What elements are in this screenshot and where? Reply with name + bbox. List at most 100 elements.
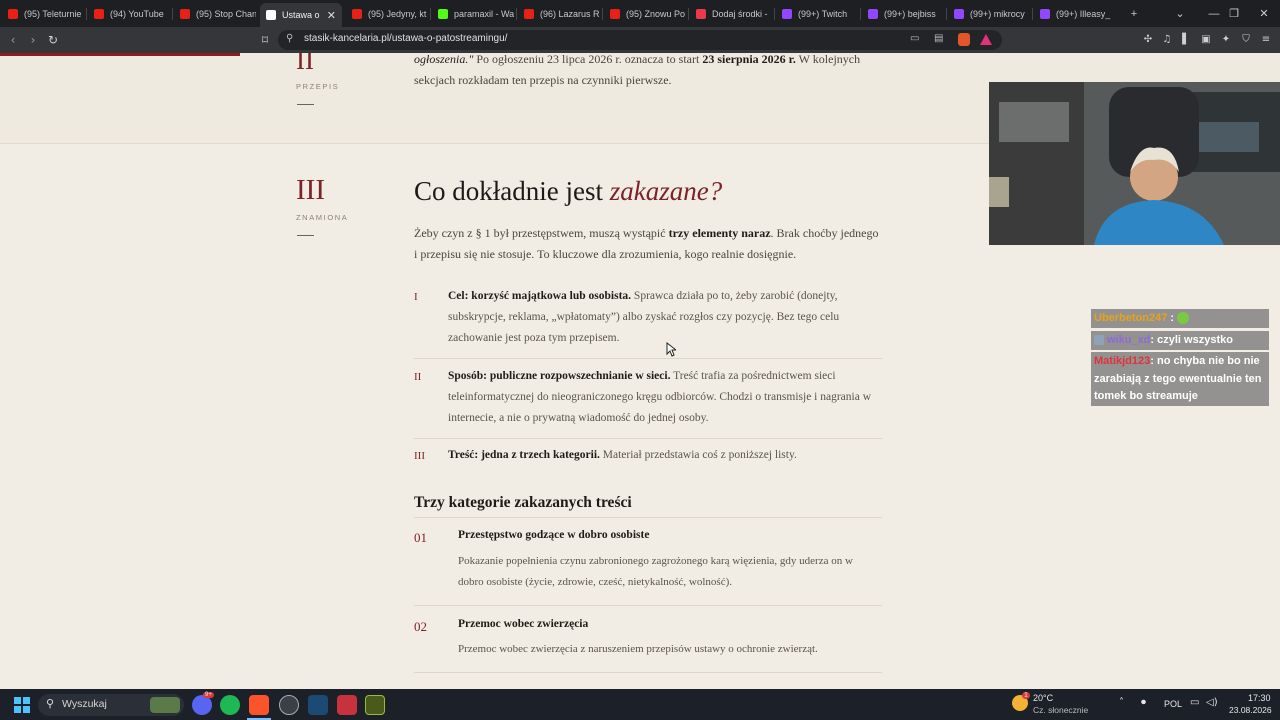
extensions-icon[interactable]: ✣ — [1141, 32, 1155, 46]
sidebar-icon[interactable]: ▌ — [1179, 32, 1193, 46]
heading-text: Co dokładnie jest — [414, 176, 610, 206]
reader-mode-icon[interactable]: ▤ — [934, 33, 943, 44]
bookmark-icon — [696, 8, 706, 19]
youtube-icon — [8, 8, 18, 19]
network-icon[interactable]: ▭ — [1190, 697, 1199, 708]
youtube-icon — [352, 8, 362, 19]
reload-icon[interactable]: ↻ — [44, 31, 62, 49]
divider — [414, 672, 882, 673]
brave-icon[interactable] — [249, 695, 269, 715]
brave-shields-icon[interactable] — [958, 33, 970, 46]
paragraph-text: Po ogłoszeniu 23 lipca 2026 r. oznacza t… — [473, 53, 703, 66]
youtube-icon — [610, 8, 620, 19]
tab-11[interactable]: (99+) mikrocy — [948, 0, 1030, 27]
weather-temp[interactable]: 20°C — [1033, 693, 1053, 703]
section-paragraph: ogłoszenia." Po ogłoszeniu 23 lipca 2026… — [414, 53, 884, 91]
obs-icon[interactable] — [279, 695, 299, 715]
heading-emphasis: zakazane? — [609, 176, 723, 206]
cast-icon[interactable]: ▭ — [910, 33, 919, 44]
element-title: Treść: jedna z trzech kategorii. — [448, 449, 600, 461]
address-bar[interactable]: ⚲ stasik-kancelaria.pl/ustawa-o-patostre… — [278, 30, 1002, 50]
tab-9[interactable]: (99+) Twitch — [776, 0, 858, 27]
categories-heading: Trzy kategorie zakazanych treści — [414, 494, 632, 511]
tab-8[interactable]: Dodaj środki - — [690, 0, 772, 27]
tab-separator — [172, 8, 173, 20]
section-label: ZNAMIONA — [296, 213, 349, 222]
close-window-button[interactable]: ✕ — [1246, 0, 1280, 27]
windows-taskbar: ⚲ Wyszukaj 9+ 1 20°C Cz. słonecznie ˄ ⏺ … — [0, 689, 1280, 720]
tab-separator — [602, 8, 603, 20]
steam-icon[interactable] — [308, 695, 328, 715]
menu-icon[interactable]: ≡ — [1259, 32, 1273, 46]
tab-label: (95) Stop Chan — [196, 8, 256, 19]
tab-0[interactable]: (95) Teleturnie — [2, 0, 84, 27]
tab-1[interactable]: (94) YouTube — [88, 0, 170, 27]
microphone-icon[interactable]: ⏺ — [1141, 697, 1146, 708]
plus-icon: + — [1130, 7, 1138, 20]
wsl-icon[interactable] — [365, 695, 385, 715]
url-text[interactable]: stasik-kancelaria.pl/ustawa-o-patostream… — [304, 33, 507, 44]
tab-separator — [516, 8, 517, 20]
element-number: I — [414, 291, 418, 303]
media-icon[interactable]: ♫ — [1160, 32, 1174, 46]
tab-6[interactable]: (96) Lazarus Ru — [518, 0, 600, 27]
paragraph-bold: trzy elementy naraz — [668, 226, 771, 240]
element-item: Treść: jedna z trzech kategorii. Materia… — [448, 445, 882, 466]
tab-4[interactable]: (95) Jedyny, kt — [346, 0, 428, 27]
tab-2[interactable]: (95) Stop Chan — [174, 0, 256, 27]
search-box[interactable]: ⚲ Wyszukaj — [38, 694, 184, 716]
category-title: Przemoc wobec zwierzęcia — [458, 618, 589, 630]
brave-rewards-icon[interactable] — [980, 34, 992, 45]
clock-time[interactable]: 17:30 — [1248, 693, 1271, 703]
language-indicator[interactable]: POL — [1164, 699, 1182, 709]
discord-badge: 9+ — [203, 692, 214, 698]
element-item: Sposób: publiczne rozpowszechnianie w si… — [448, 366, 882, 429]
tab-7[interactable]: (95) Znowu Po — [604, 0, 686, 27]
twitch-icon — [868, 8, 878, 19]
chat-username: wiku_xd — [1107, 334, 1151, 346]
browser-toolbar: ‹ › ↻ ⌑ ⚲ stasik-kancelaria.pl/ustawa-o-… — [0, 27, 1280, 53]
tab-label: (99+) Illeasy_ — [1056, 8, 1111, 19]
tab-5[interactable]: paramaxil - Wa — [432, 0, 514, 27]
tab-separator — [860, 8, 861, 20]
tab-list-chevron-icon[interactable]: ⌄ — [1162, 0, 1198, 27]
search-placeholder: Wyszukaj — [62, 698, 107, 710]
element-item: Cel: korzyść majątkowa lub osobista. Spr… — [448, 286, 882, 349]
element-title: Sposób: publiczne rozpowszechnianie w si… — [448, 370, 671, 382]
tab-3[interactable]: Ustawa o ✕ — [260, 3, 342, 27]
tray-chevron-icon[interactable]: ˄ — [1119, 697, 1124, 708]
vpn-icon[interactable]: ⛉ — [1239, 32, 1253, 46]
tab-12[interactable]: (99+) Illeasy_ — [1034, 0, 1116, 27]
bookmark-icon[interactable]: ⌑ — [256, 31, 274, 49]
element-number: III — [414, 450, 425, 462]
divider — [414, 438, 882, 439]
paragraph-text: Żeby czyn z § 1 był przestępstwem, muszą… — [414, 226, 669, 240]
windows-start-icon[interactable] — [12, 695, 32, 715]
forward-icon[interactable]: › — [24, 31, 42, 49]
volume-icon[interactable]: ◁) — [1206, 697, 1218, 708]
clock-date[interactable]: 23.08.2026 — [1229, 705, 1272, 715]
twitch-icon — [954, 8, 964, 19]
divider — [414, 517, 882, 518]
element-title: Cel: korzyść majątkowa lub osobista. — [448, 290, 632, 302]
leo-ai-icon[interactable]: ✦ — [1219, 32, 1233, 46]
app-icon[interactable] — [337, 695, 357, 715]
tab-label: (99+) mikrocy — [970, 8, 1025, 19]
tab-label: (95) Teleturnie — [24, 8, 82, 19]
spotify-icon[interactable] — [220, 695, 240, 715]
wallet-icon[interactable]: ▣ — [1199, 32, 1213, 46]
green-face-emote — [1177, 312, 1190, 325]
chat-username: Uberbeton247 — [1094, 312, 1168, 324]
tab-10[interactable]: (99+) bejbiss — [862, 0, 944, 27]
close-tab-icon[interactable]: ✕ — [327, 9, 336, 22]
chat-message: wiku_xd: czyli wszystko — [1091, 331, 1269, 350]
site-info-icon[interactable]: ⚲ — [286, 33, 293, 44]
youtube-icon — [180, 8, 190, 19]
weather-desc[interactable]: Cz. słonecznie — [1033, 705, 1088, 715]
divider — [414, 605, 882, 606]
chat-text: : — [1167, 312, 1178, 324]
discord-icon[interactable] — [192, 695, 212, 715]
new-tab-button[interactable]: + — [1116, 0, 1152, 27]
chat-text: : czyli wszystko — [1150, 334, 1233, 346]
back-icon[interactable]: ‹ — [4, 31, 22, 49]
